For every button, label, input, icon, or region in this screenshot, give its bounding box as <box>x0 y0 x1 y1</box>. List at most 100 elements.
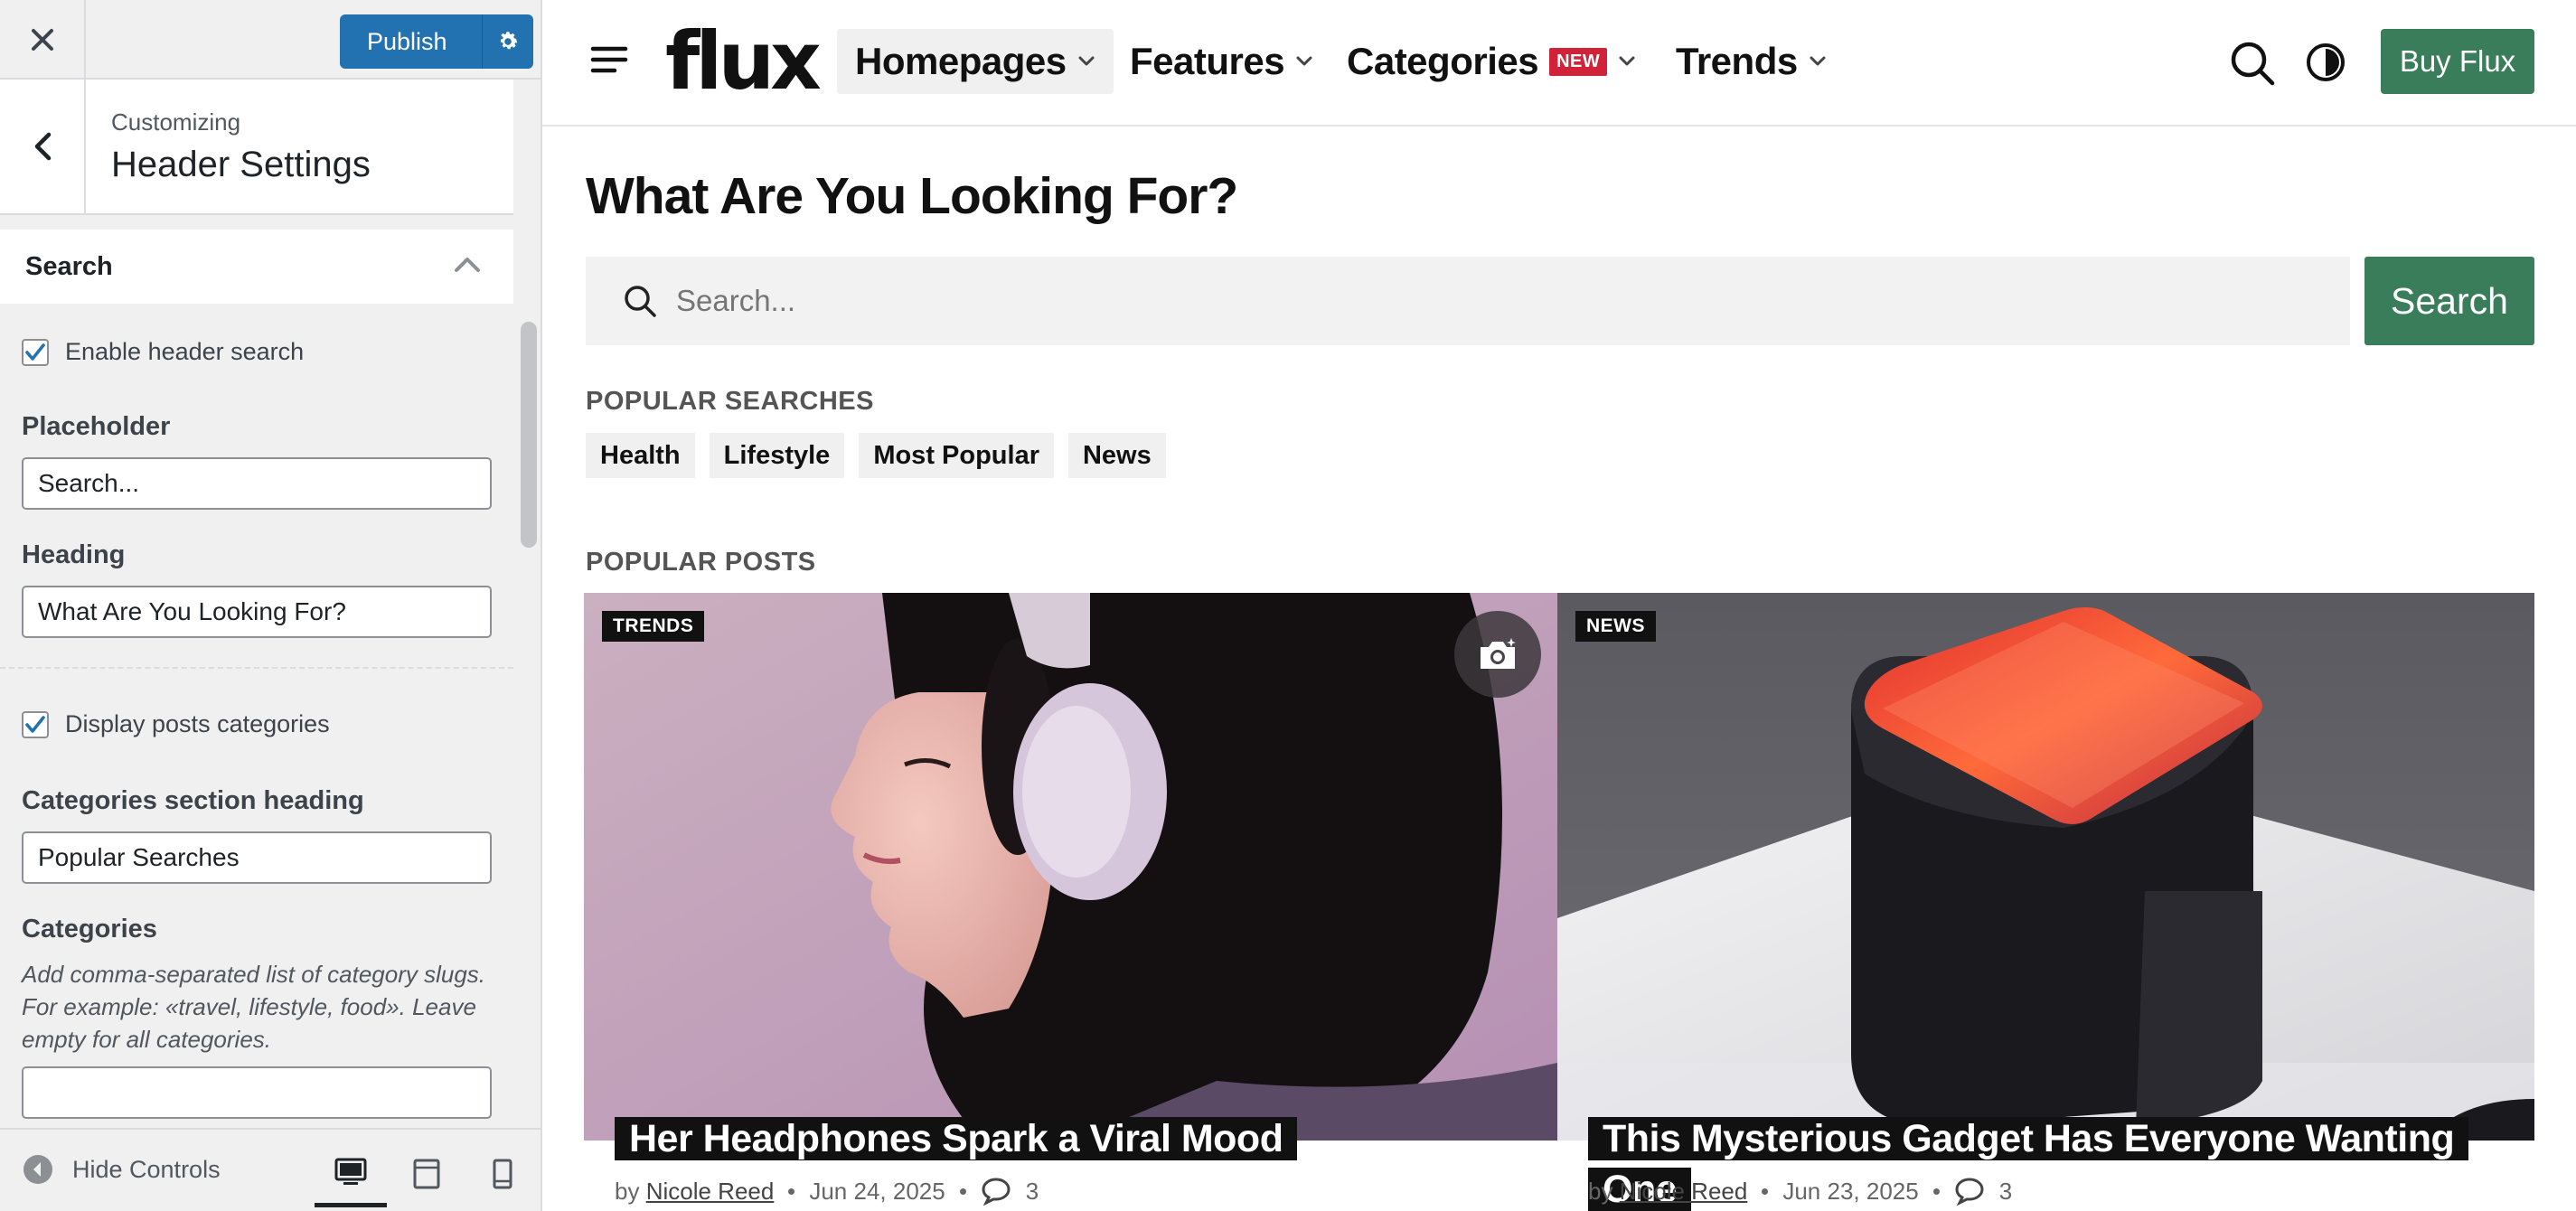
customizer-footer: Hide Controls <box>0 1128 541 1211</box>
separator-dot <box>1762 1188 1769 1195</box>
enable-header-search-label: Enable header search <box>65 338 305 365</box>
back-button[interactable] <box>0 80 86 213</box>
hide-controls-button[interactable]: Hide Controls <box>22 1153 221 1186</box>
dark-mode-toggle-icon[interactable] <box>2305 42 2346 83</box>
heading-label: Heading <box>22 540 126 569</box>
separator-dot <box>788 1188 795 1195</box>
checkbox-box[interactable] <box>22 710 49 738</box>
post-date: Jun 24, 2025 <box>809 1177 945 1205</box>
category-badge[interactable]: TRENDS <box>602 611 705 642</box>
buy-flux-button[interactable]: Buy Flux <box>2381 29 2534 94</box>
by-text: by <box>615 1177 640 1205</box>
site-logo[interactable]: flux <box>665 7 822 116</box>
publish-group: Publish <box>340 14 533 69</box>
section-header: Customizing Header Settings <box>0 80 513 215</box>
chevron-down-icon <box>1296 56 1312 66</box>
post-meta: by Nicole Reed Jun 24, 2025 3 <box>615 1177 1039 1206</box>
tag-lifestyle[interactable]: Lifestyle <box>709 433 845 478</box>
nav-label: Categories <box>1347 40 1539 82</box>
site-header: flux Homepages Features Categories NEW T… <box>542 0 2576 127</box>
checkmark-icon <box>25 343 45 361</box>
mobile-preview-button[interactable] <box>466 1141 539 1207</box>
tag-health[interactable]: Health <box>586 433 695 478</box>
hide-controls-label: Hide Controls <box>72 1155 221 1183</box>
search-section-toggle[interactable]: Search <box>0 230 513 304</box>
tablet-preview-button[interactable] <box>390 1141 463 1207</box>
popular-posts-heading: POPULAR POSTS <box>586 548 816 577</box>
placeholder-label: Placeholder <box>22 412 171 441</box>
chevron-up-icon <box>455 258 480 272</box>
post-image[interactable]: NEWS <box>1557 593 2534 1141</box>
collapse-arrow-icon <box>24 1155 52 1184</box>
search-section-title: Search <box>25 251 113 281</box>
post-card[interactable]: TRENDS Her Headphones Spark a Viral Mood… <box>584 593 1557 1211</box>
comment-icon[interactable] <box>1954 1177 1985 1206</box>
comment-icon[interactable] <box>981 1177 1011 1206</box>
display-categories-checkbox[interactable]: Display posts categories <box>22 710 330 738</box>
close-customizer-button[interactable] <box>0 0 86 80</box>
separator-dot <box>1932 1188 1940 1195</box>
author-link[interactable]: Nicole Reed <box>1620 1178 1748 1205</box>
post-image[interactable]: TRENDS <box>584 593 1557 1141</box>
search-submit-button[interactable]: Search <box>2364 257 2534 345</box>
headphones-portrait-image <box>584 593 1557 1141</box>
categories-description: Add comma-separated list of category slu… <box>22 961 486 1053</box>
checkmark-icon <box>25 715 45 733</box>
category-badge[interactable]: NEWS <box>1575 611 1656 642</box>
chevron-down-icon <box>1078 56 1095 66</box>
hamburger-menu-icon[interactable] <box>589 40 629 80</box>
site-preview: flux Homepages Features Categories NEW T… <box>542 0 2576 1211</box>
tag-most-popular[interactable]: Most Popular <box>859 433 1054 478</box>
enable-header-search-checkbox[interactable]: Enable header search <box>22 338 304 366</box>
categories-heading-input[interactable] <box>22 831 492 884</box>
popular-searches-tags: Health Lifestyle Most Popular News <box>586 433 1166 478</box>
tablet-icon <box>413 1159 440 1189</box>
categories-input[interactable] <box>22 1066 492 1119</box>
search-bar <box>586 257 2350 345</box>
categories-heading-label: Categories section heading <box>22 786 364 815</box>
heading-input[interactable] <box>22 586 492 638</box>
chevron-left-icon <box>34 132 51 161</box>
desktop-icon <box>334 1158 367 1185</box>
search-icon[interactable] <box>2229 40 2276 87</box>
gear-icon <box>500 32 517 50</box>
publish-settings-button[interactable] <box>483 14 533 69</box>
gadget-image <box>1557 593 2534 1141</box>
customizer-panel: Publish Customizing Header Settings Sear… <box>0 0 542 1211</box>
publish-button[interactable]: Publish <box>340 14 483 69</box>
by-text: by <box>1588 1177 1613 1205</box>
comment-count[interactable]: 3 <box>1026 1178 1039 1206</box>
nav-features[interactable]: Features <box>1112 29 1331 94</box>
nav-homepages[interactable]: Homepages <box>837 29 1114 94</box>
gallery-button[interactable] <box>1454 611 1541 698</box>
by-label: by Nicole Reed <box>1588 1178 1747 1206</box>
categories-label: Categories <box>22 915 157 943</box>
chevron-down-icon <box>1619 56 1635 66</box>
separator-dot <box>959 1188 966 1195</box>
post-meta: by Nicole Reed Jun 23, 2025 3 <box>1588 1177 2012 1206</box>
post-title-text[interactable]: Her Headphones Spark a Viral Mood <box>615 1117 1298 1160</box>
desktop-preview-button[interactable] <box>315 1141 387 1207</box>
post-card[interactable]: NEWS This Mysterious Gadget Has Everyone… <box>1557 593 2534 1211</box>
nav-label: Trends <box>1676 40 1798 82</box>
tag-news[interactable]: News <box>1067 433 1166 478</box>
post-title[interactable]: Her Headphones Spark a Viral Mood <box>615 1113 1298 1164</box>
author-link[interactable]: Nicole Reed <box>646 1178 775 1205</box>
search-heading: What Are You Looking For? <box>586 167 1238 225</box>
customizing-label: Customizing <box>111 108 241 136</box>
new-badge: NEW <box>1549 47 1608 76</box>
search-input[interactable] <box>676 284 2303 318</box>
nav-categories[interactable]: Categories NEW <box>1329 29 1654 94</box>
chevron-down-icon <box>1810 56 1826 66</box>
placeholder-input[interactable] <box>22 457 492 510</box>
camera-icon <box>1481 638 1516 669</box>
panel-scrollbar-thumb[interactable] <box>521 322 537 548</box>
close-icon <box>31 29 53 51</box>
nav-trends[interactable]: Trends <box>1658 29 1845 94</box>
post-date: Jun 23, 2025 <box>1782 1177 1919 1205</box>
nav-label: Homepages <box>855 40 1067 82</box>
mobile-icon <box>493 1159 512 1189</box>
comment-count[interactable]: 3 <box>1999 1178 2012 1206</box>
checkbox-box[interactable] <box>22 338 49 366</box>
nav-label: Features <box>1130 40 1285 82</box>
